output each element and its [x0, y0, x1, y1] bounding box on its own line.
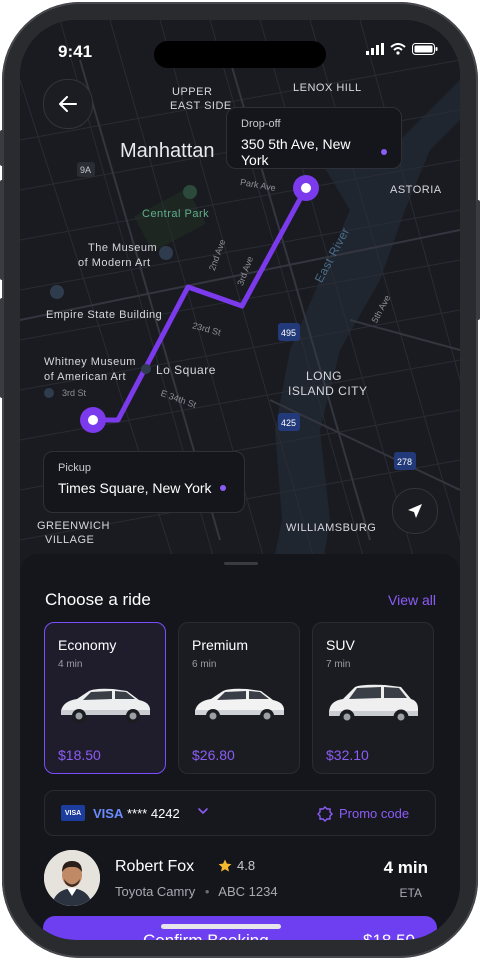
vehicle-plate: ABC 1234 — [218, 884, 278, 899]
pickup-address-row: Times Square, New York — [58, 480, 230, 496]
driver-photo — [44, 850, 100, 906]
visa-card-icon: VISA — [61, 805, 85, 821]
view-all-link[interactable]: View all — [388, 592, 436, 608]
map-label-lo-square: Lo Square — [156, 363, 216, 377]
dropoff-callout[interactable]: Drop-off 350 5th Ave, New York — [226, 107, 402, 169]
choose-ride-title: Choose a ride — [45, 590, 151, 609]
museum-poi-icon — [159, 246, 173, 260]
map-label-long-island-2: ISLAND CITY — [288, 384, 368, 398]
ride-name: SUV — [326, 637, 355, 653]
confirm-booking-amount: $18.50 — [363, 931, 415, 940]
ride-price: $18.50 — [58, 747, 101, 763]
volume-up-button — [0, 180, 4, 280]
sheet-drag-handle[interactable] — [224, 562, 258, 565]
card-number: **** 4242 — [127, 806, 180, 821]
driver-avatar — [44, 850, 100, 906]
arrow-left-icon — [59, 96, 77, 112]
dropoff-caption: Drop-off — [241, 118, 281, 130]
ride-bottom-sheet: Choose a ride View all Economy 4 min $18… — [20, 554, 460, 940]
map-label-whitney: Whitney Museum — [44, 356, 136, 368]
ride-price: $32.10 — [326, 747, 369, 763]
map-label-greenwich: GREENWICH — [37, 520, 110, 532]
ride-price: $26.80 — [192, 747, 235, 763]
map-label-whitney-2: of American Art — [44, 371, 127, 383]
dropoff-dot-icon — [381, 149, 387, 155]
map-label-lenox-hill: LENOX HILL — [293, 82, 362, 94]
star-icon — [218, 859, 232, 872]
driver-eta-label: ETA — [399, 886, 422, 900]
ride-name: Premium — [192, 637, 249, 653]
promo-code-link[interactable]: Promo code — [339, 806, 409, 821]
card-brand: VISA — [93, 806, 124, 821]
building-poi-icon — [50, 285, 64, 299]
map-label-empire-state: Empire State Building — [46, 309, 163, 321]
wifi-icon — [390, 43, 406, 55]
confirm-booking-label: Confirm Booking — [143, 931, 269, 940]
vehicle-model: Toyota Camry — [115, 884, 196, 899]
ride-option-suv[interactable]: SUV 7 min $32.10 — [312, 622, 434, 774]
map-label-moma: The Museum — [88, 242, 158, 254]
map-label-greenwich-2: VILLAGE — [45, 534, 95, 546]
sedan-car-icon — [61, 688, 150, 723]
highway-425-label: 425 — [281, 418, 297, 428]
pickup-address: Times Square, New York — [58, 480, 212, 496]
highway-278-label: 278 — [397, 457, 413, 467]
premium-sedan-icon — [195, 688, 284, 723]
dropoff-address-row: 350 5th Ave, New York — [241, 136, 387, 168]
park-poi-icon — [183, 185, 197, 199]
battery-icon — [412, 43, 438, 55]
map-label-upper-east-side-2: EAST SIDE — [170, 100, 232, 112]
cellular-signal-icon — [366, 43, 384, 55]
phone-mockup: UPPER EAST SIDE LENOX HILL Manhattan AST… — [0, 0, 480, 960]
pickup-caption: Pickup — [58, 462, 92, 474]
map-label-long-island: LONG — [306, 369, 343, 383]
ride-eta: 7 min — [326, 659, 351, 670]
dynamic-island — [154, 41, 326, 68]
street-3rd-st: 3rd St — [62, 388, 87, 398]
map-label-williamsburg: WILLIAMSBURG — [286, 522, 377, 534]
dropoff-address: 350 5th Ave, New York — [241, 136, 351, 168]
promo-badge-icon — [317, 806, 333, 822]
locate-me-button[interactable] — [392, 488, 438, 534]
pickup-dot-icon — [219, 485, 226, 491]
navigation-arrow-icon — [408, 504, 422, 518]
map-label-upper-east-side: UPPER — [172, 86, 213, 98]
payment-selector[interactable]: VISA VISA **** 4242 Promo code — [44, 790, 436, 836]
status-bar: 9:41 — [20, 20, 460, 80]
chevron-down-icon[interactable] — [197, 805, 209, 817]
power-button — [476, 200, 480, 320]
separator-dot: • — [204, 884, 210, 899]
ride-eta: 4 min — [58, 659, 83, 670]
ride-option-economy[interactable]: Economy 4 min $18.50 — [44, 622, 166, 774]
volume-down-button — [0, 298, 4, 398]
highway-495-label: 495 — [281, 328, 297, 338]
driver-rating: 4.8 — [218, 858, 255, 873]
map-label-manhattan: Manhattan — [120, 140, 215, 162]
driver-rating-value: 4.8 — [237, 858, 256, 873]
back-button[interactable] — [43, 79, 93, 129]
driver-eta: 4 min — [383, 858, 428, 877]
driver-info: Robert Fox 4.8 Toyota Camry • ABC 1234 4… — [20, 844, 460, 914]
status-icons — [366, 43, 438, 55]
pickup-callout[interactable]: Pickup Times Square, New York — [43, 451, 245, 513]
map-label-moma-2: of Modern Art — [78, 257, 151, 269]
status-time: 9:41 — [58, 42, 93, 61]
ride-name: Economy — [58, 637, 117, 653]
mute-switch — [0, 130, 4, 166]
whitney-poi-icon — [44, 388, 54, 398]
ride-option-premium[interactable]: Premium 6 min $26.80 — [178, 622, 300, 774]
home-indicator[interactable] — [161, 924, 281, 929]
map-label-astoria: ASTORIA — [390, 184, 442, 196]
driver-vehicle: Toyota Camry • ABC 1234 — [115, 884, 278, 899]
suv-car-icon — [329, 684, 418, 725]
ride-eta: 6 min — [192, 659, 217, 670]
square-poi-icon — [141, 364, 151, 374]
map-label-central-park: Central Park — [142, 208, 210, 220]
driver-name: Robert Fox — [115, 858, 195, 875]
app-screen: UPPER EAST SIDE LENOX HILL Manhattan AST… — [20, 20, 460, 940]
highway-9a-label: 9A — [80, 165, 92, 175]
